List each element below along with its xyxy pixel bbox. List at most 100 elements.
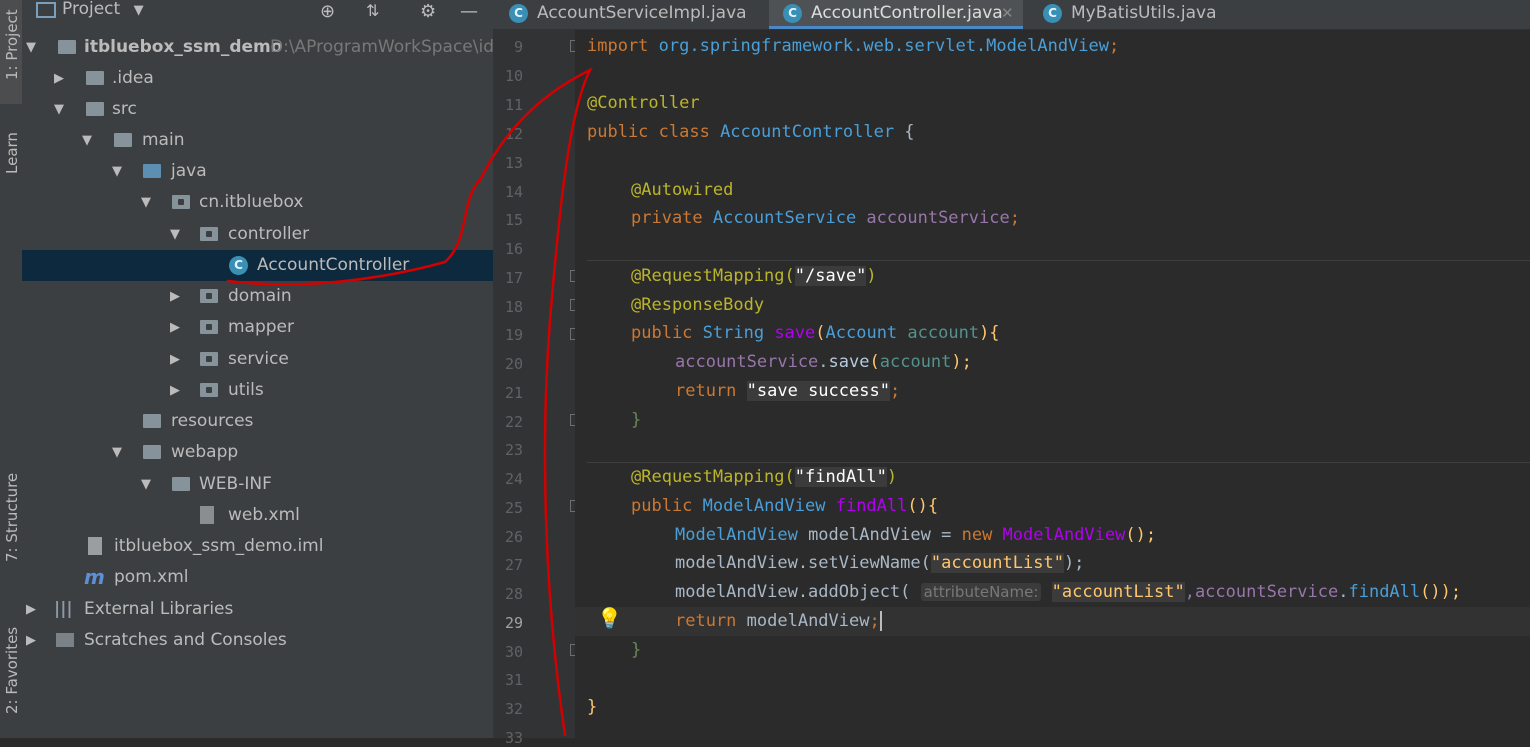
code-line-20: accountService.save(account);: [675, 352, 972, 372]
code-line-27: modelAndView.setViewName("accountList");: [675, 553, 1085, 573]
line-number: 18: [504, 298, 523, 316]
expanded-triangle-icon[interactable]: ▼: [54, 94, 64, 125]
package-icon: [200, 227, 218, 241]
parameter-hint: attributeName:: [920, 583, 1042, 601]
iml-file-icon: [88, 537, 102, 555]
gear-icon[interactable]: ⚙: [420, 1, 436, 22]
code-line-18: @ResponseBody: [631, 295, 765, 315]
code-line-30: }: [631, 640, 642, 660]
tool-tab-project[interactable]: 1: Project: [0, 0, 22, 104]
tree-item-idea[interactable]: ▶ .idea: [22, 63, 493, 94]
editor-tab-bar: C AccountServiceImpl.java C AccountContr…: [493, 0, 1530, 30]
folder-icon: [86, 71, 104, 85]
package-icon: [200, 383, 218, 397]
collapsed-triangle-icon[interactable]: ▶: [170, 375, 180, 406]
java-class-icon: C: [229, 256, 248, 275]
collapsed-triangle-icon[interactable]: ▶: [170, 344, 180, 375]
package-icon: [200, 289, 218, 303]
code-line-12: public class AccountController {: [587, 122, 915, 142]
tool-tab-favorites[interactable]: 2: Favorites: [0, 614, 22, 738]
collapsed-triangle-icon[interactable]: ▶: [170, 312, 180, 343]
code-editor[interactable]: import org.springframework.web.servlet.M…: [575, 30, 1530, 738]
line-number: 14: [504, 183, 523, 201]
tree-item-main[interactable]: ▼ main: [22, 125, 493, 156]
expanded-triangle-icon[interactable]: ▼: [112, 156, 122, 187]
locate-icon[interactable]: ⊕: [320, 1, 335, 22]
collapsed-triangle-icon[interactable]: ▶: [170, 281, 180, 312]
tree-item-web-inf[interactable]: ▼ WEB-INF: [22, 469, 493, 500]
expanded-triangle-icon[interactable]: ▼: [82, 125, 92, 156]
tree-item-project-root[interactable]: ▼ itbluebox_ssm_demo D:\AProgramWorkSpac…: [22, 32, 493, 63]
code-line-29: return modelAndView;: [675, 611, 882, 631]
folder-icon: [86, 102, 104, 116]
code-line-25: public ModelAndView findAll(){: [631, 496, 939, 516]
collapse-all-icon[interactable]: ⇅: [366, 1, 379, 20]
tree-item-mapper[interactable]: ▶ mapper: [22, 312, 493, 343]
expanded-triangle-icon[interactable]: ▼: [141, 187, 151, 218]
tab-account-service-impl[interactable]: C AccountServiceImpl.java: [493, 0, 769, 29]
expanded-triangle-icon[interactable]: ▼: [170, 219, 180, 250]
code-line-11: @Controller: [587, 93, 700, 113]
code-line-24: @RequestMapping("findAll"): [631, 467, 898, 487]
line-number: 31: [504, 671, 523, 689]
editor-gutter[interactable]: 9 10 11 12 13 14 15 16 17 18 19 20 21 22…: [493, 30, 580, 747]
tool-tab-learn[interactable]: Learn: [0, 128, 22, 204]
tree-item-iml[interactable]: itbluebox_ssm_demo.iml: [22, 531, 493, 562]
project-panel-title[interactable]: Project ▼: [62, 0, 144, 19]
tool-window-strip: 1: Project Learn 7: Structure 2: Favorit…: [0, 0, 23, 738]
expanded-triangle-icon[interactable]: ▼: [141, 469, 151, 500]
web-folder-icon: [143, 445, 161, 459]
close-icon[interactable]: ✕: [1001, 0, 1014, 26]
folder-icon: [172, 477, 190, 491]
tool-tab-structure[interactable]: 7: Structure: [0, 462, 22, 586]
tree-item-scratches[interactable]: ▶ Scratches and Consoles: [22, 625, 493, 656]
method-separator: [587, 462, 1530, 463]
xml-file-icon: [200, 506, 214, 524]
tree-item-java[interactable]: ▼ java: [22, 156, 493, 187]
line-number: 30: [504, 643, 523, 661]
line-number: 12: [504, 125, 523, 143]
java-class-icon: C: [509, 4, 528, 23]
code-line-17: @RequestMapping("/save"): [631, 266, 877, 286]
source-folder-icon: [143, 164, 161, 178]
code-line-26: ModelAndView modelAndView = new ModelAnd…: [675, 525, 1157, 545]
tree-item-utils[interactable]: ▶ utils: [22, 375, 493, 406]
java-class-icon: C: [1043, 4, 1062, 23]
lightbulb-icon[interactable]: 💡: [597, 606, 622, 630]
collapsed-triangle-icon[interactable]: ▶: [26, 625, 36, 656]
expanded-triangle-icon[interactable]: ▼: [112, 437, 122, 468]
tree-item-account-controller[interactable]: C AccountController: [22, 250, 493, 281]
project-panel-header: Project ▼ ⊕ ⇅ ⚙ —: [22, 0, 493, 22]
tree-item-resources[interactable]: resources: [22, 406, 493, 437]
tree-item-domain[interactable]: ▶ domain: [22, 281, 493, 312]
module-folder-icon: [58, 40, 76, 54]
collapsed-triangle-icon[interactable]: ▶: [26, 594, 36, 625]
code-line-9: import org.springframework.web.servlet.M…: [587, 36, 1120, 56]
resources-folder-icon: [143, 414, 161, 428]
line-number: 33: [504, 729, 523, 747]
scratches-icon: [56, 633, 74, 647]
line-number: 9: [513, 38, 523, 56]
method-separator: [587, 260, 1530, 261]
code-line-14: @Autowired: [631, 180, 734, 200]
tree-item-external-libraries[interactable]: ▶ ||| External Libraries: [22, 594, 493, 625]
tree-item-package-root[interactable]: ▼ cn.itbluebox: [22, 187, 493, 218]
tree-item-web-xml[interactable]: web.xml: [22, 500, 493, 531]
tree-item-src[interactable]: ▼ src: [22, 94, 493, 125]
tab-account-controller[interactable]: C AccountController.java ✕: [769, 0, 1023, 29]
expanded-triangle-icon[interactable]: ▼: [26, 32, 36, 63]
tab-mybatis-utils[interactable]: C MyBatisUtils.java: [1027, 0, 1237, 29]
chevron-down-icon[interactable]: ▼: [134, 3, 144, 18]
line-number: 25: [504, 499, 523, 517]
tree-item-pom[interactable]: m pom.xml: [22, 562, 493, 593]
code-line-32: }: [587, 697, 598, 717]
tree-item-controller[interactable]: ▼ controller: [22, 219, 493, 250]
line-number: 32: [504, 700, 523, 718]
code-line-28: modelAndView.addObject( attributeName: "…: [675, 582, 1462, 602]
libraries-icon: |||: [54, 599, 73, 619]
collapsed-triangle-icon[interactable]: ▶: [54, 63, 64, 94]
hide-panel-icon[interactable]: —: [460, 1, 478, 22]
tree-item-service[interactable]: ▶ service: [22, 344, 493, 375]
java-class-icon: C: [783, 4, 802, 23]
tree-item-webapp[interactable]: ▼ webapp: [22, 437, 493, 468]
